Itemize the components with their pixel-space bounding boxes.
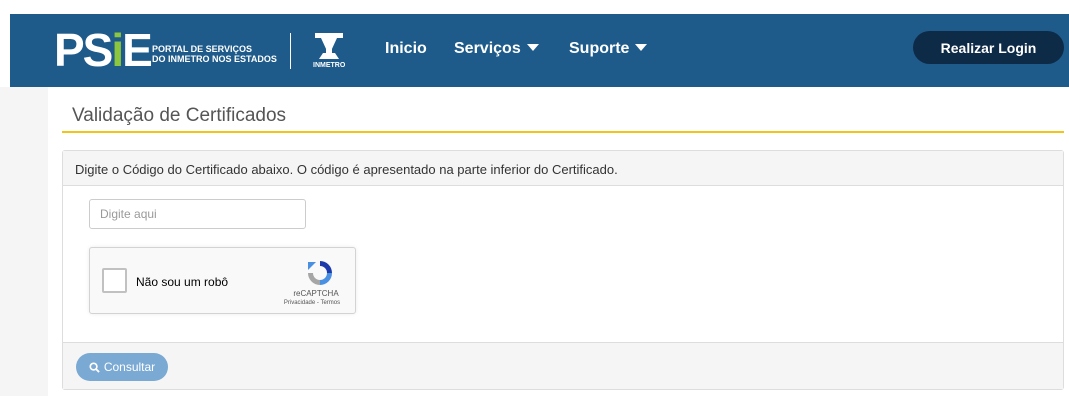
login-button[interactable]: Realizar Login [913, 31, 1064, 64]
instruction-text: Digite o Código do Certificado abaixo. O… [75, 162, 618, 177]
title-underline [62, 131, 1064, 133]
nav-inicio-label: Inicio [385, 40, 427, 57]
logo-subtitle: PORTAL DE SERVIÇOS DO INMETRO NOS ESTADO… [152, 44, 277, 64]
nav-suporte-label: Suporte [569, 40, 630, 57]
consult-button[interactable]: Consultar [76, 353, 168, 381]
recaptcha-brand: reCAPTCHA [293, 289, 339, 298]
recaptcha-terms-link[interactable]: Privacidade - Termos [270, 300, 354, 306]
logo-divider [290, 33, 291, 69]
login-button-label: Realizar Login [940, 39, 1037, 56]
logo-text-ps: PS [54, 24, 113, 76]
page-title: Validação de Certificados [72, 105, 287, 126]
nav-suporte[interactable]: Suporte [569, 39, 648, 59]
caret-down-icon [526, 44, 539, 52]
recaptcha-logo-icon [308, 261, 332, 285]
recaptcha-label: Não sou um robô [136, 275, 229, 289]
search-icon [89, 361, 100, 373]
panel-footer: Consultar [63, 342, 1063, 389]
nav-servicos[interactable]: Serviços [454, 39, 539, 59]
nav-inicio[interactable]: Inicio [385, 39, 427, 59]
certificate-code-input[interactable] [89, 199, 306, 229]
panel-heading: Digite o Código do Certificado abaixo. O… [63, 151, 1063, 186]
logo-text-i: i [111, 24, 124, 76]
logo-subtitle-line2: DO INMETRO NOS ESTADOS [152, 54, 277, 64]
logo-text-e: E [122, 24, 153, 76]
inmetro-label: INMETRO [313, 62, 346, 69]
caret-down-icon [635, 44, 648, 52]
nav-servicos-label: Serviços [454, 40, 521, 57]
psie-logo[interactable]: PSiE [54, 27, 153, 73]
left-gutter [0, 87, 48, 396]
recaptcha-widget: Não sou um robô reCAPTCHA Privacidade - … [89, 247, 356, 314]
recaptcha-checkbox[interactable] [102, 268, 127, 293]
validation-panel: Digite o Código do Certificado abaixo. O… [62, 150, 1064, 390]
logo-subtitle-line1: PORTAL DE SERVIÇOS [152, 44, 253, 54]
consult-button-label: Consultar [103, 360, 156, 374]
